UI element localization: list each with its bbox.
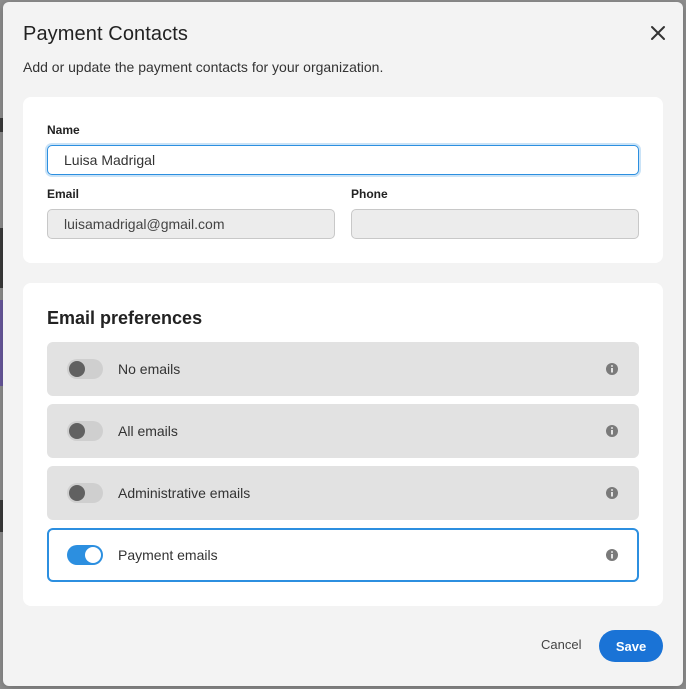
toggle-knob (69, 361, 85, 377)
email-label: Email (47, 187, 80, 201)
dialog-subtitle: Add or update the payment contacts for y… (23, 59, 384, 75)
cancel-button[interactable]: Cancel (541, 637, 581, 652)
pref-row-all-emails[interactable]: All emails (47, 404, 639, 458)
phone-field[interactable] (351, 209, 639, 239)
info-icon[interactable] (605, 548, 619, 562)
name-label: Name (47, 123, 80, 137)
email-preferences-heading: Email preferences (47, 308, 203, 328)
info-icon[interactable] (605, 362, 619, 376)
dialog-title: Payment Contacts (23, 23, 189, 45)
toggle-knob (69, 485, 85, 501)
toggle-knob (69, 423, 85, 439)
pref-label: No emails (118, 361, 181, 377)
pref-label: All emails (118, 423, 178, 439)
pref-row-payment-emails[interactable]: Payment emails (47, 528, 639, 582)
pref-label: Payment emails (118, 547, 218, 563)
email-preferences-card: Email preferences No emails All emails A… (23, 283, 663, 606)
payment-emails-toggle[interactable] (67, 545, 103, 565)
no-emails-toggle[interactable] (67, 359, 103, 379)
pref-row-administrative-emails[interactable]: Administrative emails (47, 466, 639, 520)
pref-row-no-emails[interactable]: No emails (47, 342, 639, 396)
close-icon (651, 26, 665, 40)
administrative-emails-toggle[interactable] (67, 483, 103, 503)
email-field[interactable]: luisamadrigal@gmail.com (47, 209, 335, 239)
toggle-knob (85, 547, 101, 563)
all-emails-toggle[interactable] (67, 421, 103, 441)
name-input[interactable]: Luisa Madrigal (47, 145, 639, 175)
pref-label: Administrative emails (118, 485, 251, 501)
phone-label: Phone (351, 187, 388, 201)
info-icon[interactable] (605, 486, 619, 500)
contact-details-card: Name Luisa Madrigal Email luisamadrigal@… (23, 97, 663, 263)
info-icon[interactable] (605, 424, 619, 438)
close-button[interactable] (647, 22, 669, 44)
save-button[interactable]: Save (599, 630, 663, 662)
payment-contacts-dialog: Payment Contacts Add or update the payme… (3, 2, 683, 686)
